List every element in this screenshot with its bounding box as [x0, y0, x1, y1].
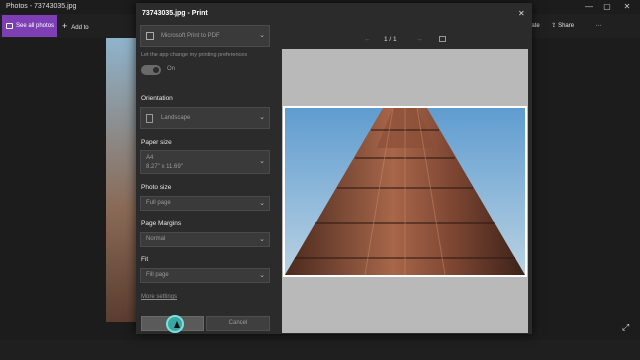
expand-icon[interactable]: ⤢ — [622, 322, 629, 333]
print-dialog: 73743035.jpg - Print ✕ Microsoft Print t… — [136, 3, 532, 334]
photo-size-select[interactable]: Full page ⌄ — [140, 196, 270, 211]
fit-label: Fit — [141, 256, 149, 263]
paper-size-label: Paper size — [141, 139, 172, 146]
cancel-button[interactable]: Cancel — [206, 316, 270, 331]
page-margins-value: Normal — [146, 236, 166, 242]
fit-select[interactable]: Fill page ⌄ — [140, 268, 270, 283]
photo-size-label: Photo size — [141, 184, 172, 191]
preview-page — [283, 106, 527, 277]
minimize-icon[interactable]: — — [580, 1, 598, 13]
paper-size-dimensions: 8.27" x 11.69" — [146, 164, 183, 170]
page-margins-label: Page Margins — [141, 220, 182, 227]
maximize-icon[interactable]: ▢ — [598, 1, 616, 13]
chevron-down-icon: ⌄ — [259, 235, 265, 243]
page-margins-select[interactable]: Normal ⌄ — [140, 232, 270, 247]
preview-photo — [285, 108, 525, 275]
fit-value: Fill page — [146, 272, 169, 278]
page-indicator: 1 / 1 — [384, 36, 397, 43]
printer-value: Microsoft Print to PDF — [161, 33, 220, 39]
dialog-title: 73743035.jpg - Print — [142, 10, 208, 17]
printer-icon — [146, 32, 154, 40]
chevron-down-icon: ⌄ — [259, 199, 265, 207]
add-to-button[interactable]: + Add to — [62, 16, 89, 36]
app-title: Photos - 73743035.jpg — [6, 3, 77, 10]
see-all-photos-button[interactable]: See all photos — [2, 15, 57, 37]
chevron-down-icon: ⌄ — [259, 158, 265, 165]
cursor-click-indicator — [166, 315, 184, 333]
orientation-value: Landscape — [161, 115, 191, 121]
more-options-icon[interactable]: ··· — [596, 23, 602, 29]
printer-select[interactable]: Microsoft Print to PDF ⌄ — [140, 25, 270, 47]
previous-page-icon[interactable]: ← — [364, 36, 371, 43]
fit-to-window-icon[interactable] — [439, 36, 446, 42]
plus-icon: + — [62, 21, 68, 31]
share-label: Share — [558, 23, 575, 29]
toolbar-right-group: eate ⇪ Share ··· — [528, 16, 612, 36]
page-icon — [146, 114, 153, 123]
share-button[interactable]: ⇪ Share — [551, 23, 584, 29]
preferences-toggle[interactable] — [141, 65, 161, 75]
chevron-down-icon: ⌄ — [259, 114, 265, 121]
preference-text: Let the app change my printing preferenc… — [141, 52, 248, 58]
more-settings-link[interactable]: More settings — [141, 294, 177, 300]
photos-icon — [6, 23, 13, 29]
see-all-photos-label: See all photos — [16, 23, 55, 29]
next-page-icon[interactable]: → — [416, 36, 423, 43]
add-to-label: Add to — [71, 25, 89, 31]
orientation-select[interactable]: Landscape ⌄ — [140, 107, 270, 129]
print-preview-pane — [282, 49, 528, 333]
close-dialog-icon[interactable]: ✕ — [518, 9, 525, 18]
chevron-down-icon: ⌄ — [259, 271, 265, 279]
pointer-icon — [174, 321, 180, 328]
paper-size-select[interactable]: A4 8.27" x 11.69" ⌄ — [140, 150, 270, 174]
chevron-down-icon: ⌄ — [259, 32, 265, 39]
orientation-label: Orientation — [141, 95, 173, 102]
toggle-knob — [153, 67, 159, 73]
close-window-icon[interactable]: ✕ — [618, 1, 636, 13]
page-navigator: ← 1 / 1 → — [362, 36, 452, 48]
photo-size-value: Full page — [146, 200, 171, 206]
toggle-state-label: On — [167, 66, 176, 72]
paper-size-value: A4 — [146, 155, 154, 161]
